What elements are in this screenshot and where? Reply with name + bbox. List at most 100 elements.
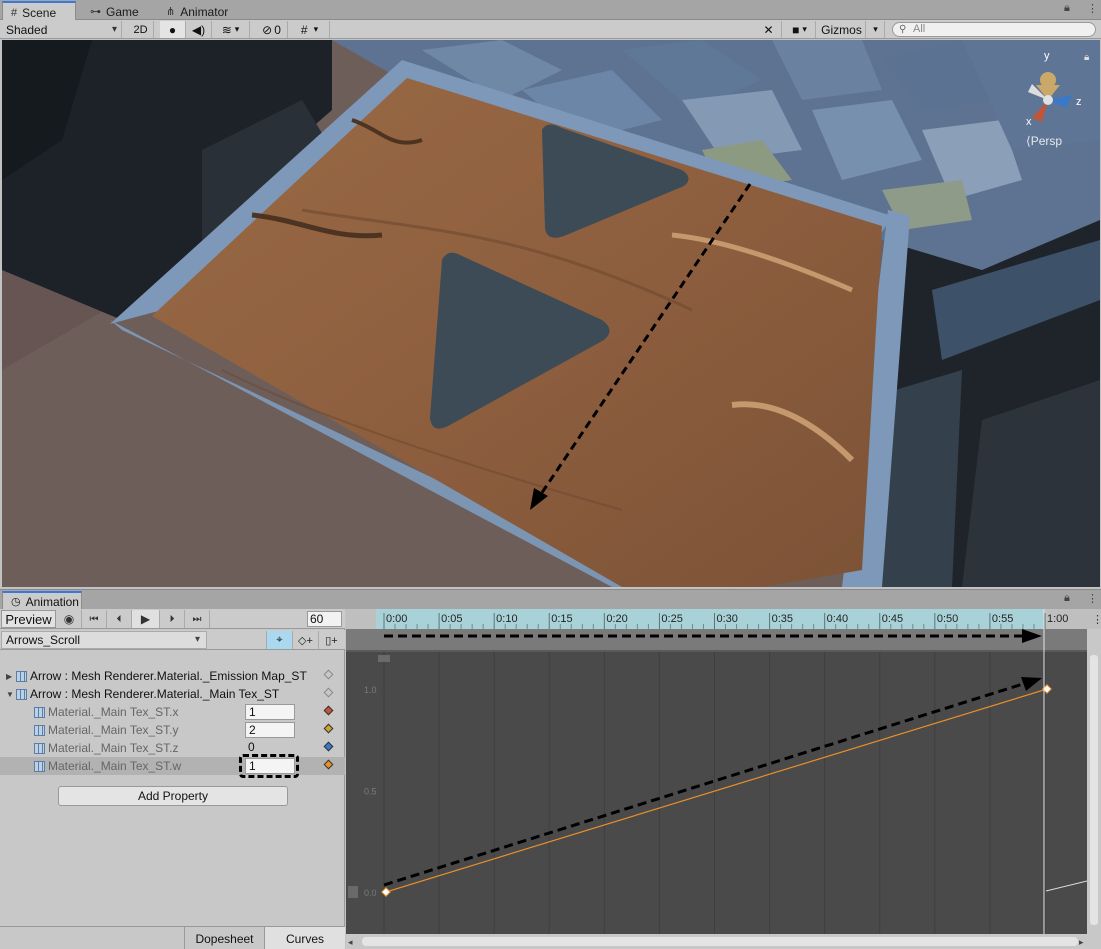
camera-icon: ■ [792,22,800,37]
value-axis-label: 0.5 [364,787,377,797]
value-field-y[interactable]: 2 [245,722,295,738]
projection-toggle[interactable]: ⟨Persp [1026,134,1062,148]
tab-dopesheet[interactable]: Dopesheet [184,927,264,949]
clip-selector-dropdown[interactable]: Arrows_Scroll [1,631,207,649]
scene-viewport[interactable]: y x z 🔒︎ ⟨Persp [2,40,1100,587]
lock-icon[interactable]: 🔒︎ [1064,2,1070,15]
keyframe-diamond-icon[interactable] [323,741,334,752]
ruler-tick-label: 0:30 [717,613,738,625]
gizmo-lock-icon[interactable]: 🔒︎ [1084,52,1089,63]
animation-property-panel: Preview ◉ ⏮ ⏴ ▶ ⏵ ⏭ 60 Arrows_Scroll ⌖ ◇… [0,609,345,949]
add-keyframe-icon: ◇+ [298,634,313,647]
ruler-tick-label: 0:45 [882,613,903,625]
search-icon: ⚲ [899,24,907,35]
lightbulb-icon: ● [168,22,177,37]
crosshair-icon: ⌖ [276,633,283,646]
collapse-arrow-icon[interactable]: ▼ [6,690,16,699]
gizmo-z-label: z [1076,96,1082,108]
property-emission-map[interactable]: ▶ Arrow : Mesh Renderer.Material._Emissi… [0,667,345,685]
clock-icon: ◷ [11,596,21,608]
horizontal-scroll-thumb[interactable] [362,937,1078,946]
tab-scene[interactable]: # Scene [2,1,76,20]
ruler-tick-label: 0:35 [772,613,793,625]
view-mode-tabs: Dopesheet Curves [0,926,345,949]
ruler-tick-label: 0:50 [937,613,958,625]
playback-controls: Preview ◉ ⏮ ⏴ ▶ ⏵ ⏭ 60 [0,609,345,629]
lighting-toggle-button[interactable]: ● [160,21,186,38]
frame-rate-field[interactable]: 60 [307,611,342,627]
first-keyframe-icon: ⏮ [89,613,99,625]
next-keyframe-button[interactable]: ⏵ [160,610,185,628]
property-main-tex-w[interactable]: Material._Main Tex_ST.w 1 [0,754,345,778]
next-keyframe-icon: ⏵ [169,613,175,625]
material-property-icon [34,706,45,718]
add-keyframe-button[interactable]: ◇+ [292,631,318,649]
tab-animation[interactable]: ◷ Animation [2,591,82,610]
last-keyframe-button[interactable]: ⏭ [185,610,210,628]
property-main-tex-y[interactable]: Material._Main Tex_ST.y 2 [0,721,345,739]
scene-search-input[interactable]: ⚲ All [892,22,1096,37]
filter-keyframes-button[interactable]: ⌖ [266,631,292,649]
material-property-icon [34,760,45,772]
curve-editor-canvas[interactable]: 0:00 0:05 0:10 0:15 0:20 0:25 0:30 0:35 0:40 0:45… [346,609,1101,949]
add-property-button[interactable]: Add Property [58,786,288,806]
material-property-icon [34,724,45,736]
last-keyframe-icon: ⏭ [192,613,202,625]
property-main-tex[interactable]: ▼ Arrow : Mesh Renderer.Material._Main T… [0,685,345,703]
expand-arrow-icon[interactable]: ▶ [6,672,16,681]
camera-dropdown[interactable]: ■ ▾ [784,21,816,38]
effects-dropdown[interactable]: ≋ ▾ [212,21,250,38]
preview-button[interactable]: Preview [1,610,56,628]
ruler-tick-label: 0:25 [661,613,682,625]
material-property-icon [16,688,27,700]
shading-mode-dropdown[interactable]: Shaded [2,21,122,38]
keyframe-diamond-icon[interactable] [323,759,334,770]
highlight-box [239,754,299,778]
gizmo-y-label: y [1044,50,1050,62]
gizmos-button[interactable]: Gizmos [818,21,866,38]
ruler-tick-label: 0:40 [827,613,848,625]
property-list: ▶ Arrow : Mesh Renderer.Material._Emissi… [0,667,345,778]
keyframe-diamond-icon[interactable] [323,723,334,734]
ruler-tick-label: 0:10 [496,613,517,625]
tab-game[interactable]: ⊶ Game [82,1,154,20]
tools-button[interactable]: ✕ [756,21,782,38]
animation-tabbar: ◷ Animation 🔒︎ ⋮ [0,589,1101,610]
scene-toolbar: Shaded 2D ● ◀︎) ≋▾ ⊘ 0 #▾ ✕ ■▾ Gizmos ▾ … [0,20,1101,39]
first-keyframe-button[interactable]: ⏮ [82,610,107,628]
property-main-tex-x[interactable]: Material._Main Tex_ST.x 1 [0,703,345,721]
keyframe-diamond-icon[interactable] [323,687,334,698]
grid-snap-dropdown[interactable]: # ▾ [290,21,330,38]
play-icon: ▶ [140,612,151,626]
hidden-objects-toggle[interactable]: ⊘ 0 [256,21,288,38]
record-icon: ◉ [63,612,75,626]
add-event-icon: ▯+ [325,634,338,647]
grid-icon: # [11,6,18,19]
ruler-tick-label: 0:15 [551,613,572,625]
curve-editor[interactable]: 0:00 0:05 0:10 0:15 0:20 0:25 0:30 0:35 0:40 0:45… [346,609,1101,949]
previous-keyframe-button[interactable]: ⏴ [107,610,132,628]
add-event-button[interactable]: ▯+ [318,631,344,649]
tab-animator[interactable]: ⋔ Animator [158,1,254,20]
scene-tabbar: # Scene ⊶ Game ⋔ Animator 🔒︎ ⋮ [0,0,1101,20]
more-options-icon[interactable]: ⋮ [1087,2,1098,15]
animation-lock-icon[interactable]: 🔒︎ [1064,592,1070,605]
tab-curves[interactable]: Curves [264,927,345,949]
toggle-2d-button[interactable]: 2D [128,21,154,38]
events-lane[interactable] [346,629,1101,650]
ruler-tick-label: 0:05 [441,613,462,625]
keyframe-diamond-icon[interactable] [323,705,334,716]
record-button[interactable]: ◉ [57,610,82,628]
curve-options-icon[interactable]: ⋮ [1092,614,1101,626]
keyframe-diamond-icon[interactable] [323,669,334,680]
audio-toggle-button[interactable]: ◀︎) [186,21,212,38]
vertical-scroll-thumb[interactable] [1090,655,1098,925]
animation-more-options-icon[interactable]: ⋮ [1087,592,1098,605]
gizmos-dropdown[interactable]: ▾ [867,21,885,38]
play-button[interactable]: ▶ [132,610,160,628]
gamepad-icon: ⊶ [90,6,101,18]
ruler-tick-label: 1:00 [1047,613,1068,625]
speaker-icon: ◀︎) [191,22,206,37]
value-field-x[interactable]: 1 [245,704,295,720]
material-property-icon [34,742,45,754]
